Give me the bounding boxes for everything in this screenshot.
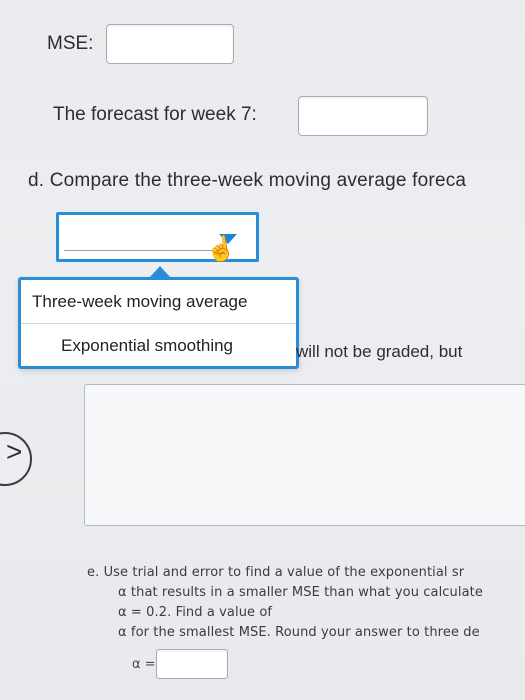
alpha-label: α =	[132, 657, 156, 672]
grading-note-text: will not be graded, but	[296, 342, 463, 361]
alpha-input[interactable]	[156, 649, 228, 679]
forecast-week7-label: The forecast for week 7:	[53, 104, 257, 125]
option-three-week-moving-average[interactable]: Three-week moving average	[21, 280, 296, 324]
mse-input[interactable]	[106, 24, 234, 64]
explanation-textarea[interactable]	[84, 384, 525, 526]
mse-label: MSE:	[47, 33, 94, 54]
question-e-line-3: α = 0.2. Find a value of	[118, 605, 273, 620]
chevron-right-icon: >	[6, 436, 23, 467]
dropdown-caret	[150, 266, 170, 277]
question-e-line-2: α that results in a smaller MSE than wha…	[118, 585, 483, 600]
question-e-line-1: e. Use trial and error to find a value o…	[87, 565, 465, 580]
dropdown-menu: Three-week moving average Exponential sm…	[18, 277, 299, 369]
question-e-line-4: α for the smallest MSE. Round your answe…	[118, 625, 480, 640]
question-d-text: d. Compare the three-week moving average…	[28, 170, 467, 191]
select-underline	[64, 250, 214, 251]
hand-cursor-icon: ☝	[204, 234, 238, 265]
forecast-week7-input[interactable]	[298, 96, 428, 136]
option-exponential-smoothing[interactable]: Exponential smoothing	[21, 325, 296, 366]
